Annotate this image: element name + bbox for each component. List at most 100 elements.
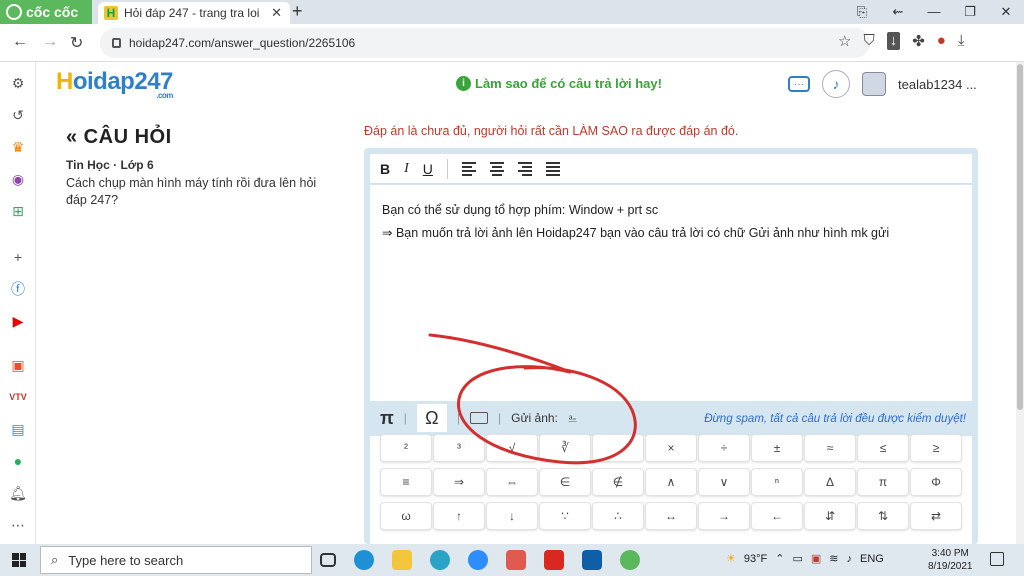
symbol-key[interactable]: ∧ <box>645 468 697 496</box>
ball-icon[interactable]: ● <box>9 452 27 470</box>
symbol-key[interactable]: ± <box>751 434 803 462</box>
app-icon[interactable] <box>430 550 450 570</box>
bold-button[interactable]: B <box>380 161 390 177</box>
symbol-key[interactable]: ↑ <box>433 502 485 530</box>
notification-center-icon[interactable] <box>990 552 1004 566</box>
symbol-key[interactable]: ∨ <box>698 468 750 496</box>
symbol-key[interactable]: ↔ <box>645 502 697 530</box>
send-image-label[interactable]: Gửi ảnh: <box>511 411 558 425</box>
taskbar-search-box[interactable]: ⌕ Type here to search <box>40 546 312 574</box>
symbol-key[interactable]: ÷ <box>698 434 750 462</box>
symbol-key[interactable]: Φ <box>910 468 962 496</box>
volume-icon[interactable]: ♪ <box>846 553 852 565</box>
italic-button[interactable]: I <box>404 161 409 177</box>
crown-icon[interactable]: ♛ <box>9 138 27 156</box>
symbol-key[interactable]: ³ <box>433 434 485 462</box>
task-view-icon[interactable] <box>320 553 336 567</box>
chat-icon[interactable]: ··· <box>788 76 810 92</box>
edge-icon[interactable] <box>354 550 374 570</box>
keyboard-icon[interactable] <box>470 412 489 424</box>
symbol-key[interactable]: ⇒ <box>433 468 485 496</box>
username[interactable]: tealab1234 ... <box>898 77 977 92</box>
coccoc-taskbar-icon[interactable] <box>620 550 640 570</box>
facebook-icon[interactable]: ⓕ <box>9 280 27 298</box>
symbol-key[interactable]: → <box>698 502 750 530</box>
profile-icon[interactable]: ● <box>937 32 946 50</box>
forward-button[interactable]: → <box>42 33 58 51</box>
back-history-icon[interactable]: ⇜ <box>880 0 916 24</box>
antivirus-icon[interactable]: ▣ <box>811 552 821 565</box>
symbol-key[interactable]: ∈ <box>539 468 591 496</box>
settings-gear-icon[interactable]: ⚙ <box>9 74 27 92</box>
weather-icon[interactable]: ☀ <box>726 552 736 565</box>
symbol-key[interactable]: ∉ <box>592 468 644 496</box>
shopee-icon[interactable]: ▣ <box>9 356 27 374</box>
align-right-icon[interactable] <box>517 161 532 176</box>
close-window-button[interactable]: ✕ <box>988 0 1024 24</box>
minimize-button[interactable]: — <box>916 0 952 24</box>
underline-button[interactable]: U <box>423 161 433 177</box>
symbol-key[interactable]: π <box>857 468 909 496</box>
reload-button[interactable]: ↻ <box>70 33 83 53</box>
new-tab-button[interactable]: + <box>292 1 303 22</box>
battery-icon[interactable]: ▭ <box>792 552 802 565</box>
screenshot-icon[interactable]: ⎘ <box>844 0 880 24</box>
symbol-key[interactable]: √ <box>486 434 538 462</box>
symbol-key[interactable]: ⁿ <box>751 468 803 496</box>
gamepad-icon[interactable]: ⊞ <box>9 202 27 220</box>
tab-close-icon[interactable]: ✕ <box>271 5 282 21</box>
align-left-icon[interactable] <box>461 161 476 176</box>
symbol-key[interactable]: ω <box>380 502 432 530</box>
symbol-key[interactable]: ∛ <box>539 434 591 462</box>
url-field[interactable]: hoidap247.com/answer_question/2265106 <box>100 28 870 58</box>
symbol-key[interactable]: ≡ <box>380 468 432 496</box>
symbol-key[interactable]: ≈ <box>804 434 856 462</box>
restore-button[interactable]: ❐ <box>952 0 988 24</box>
symbol-key[interactable]: ≤ <box>857 434 909 462</box>
download-box-icon[interactable]: ↓ <box>886 32 901 50</box>
symbol-key[interactable]: × <box>645 434 697 462</box>
symbol-key[interactable]: ⇵ <box>804 502 856 530</box>
avatar[interactable] <box>862 72 886 96</box>
active-tab[interactable]: H Hỏi đáp 247 - trang tra loi ✕ <box>98 2 290 24</box>
taskbar-clock[interactable]: 3:40 PM 8/19/2021 <box>928 547 973 573</box>
back-button[interactable]: ← <box>12 33 28 51</box>
language[interactable]: ENG <box>860 553 884 565</box>
scroll-thumb[interactable] <box>1017 64 1023 410</box>
zoom-icon[interactable] <box>468 550 488 570</box>
symbol-key[interactable]: ↓ <box>486 502 538 530</box>
wps-icon[interactable] <box>544 550 564 570</box>
youtube-icon[interactable]: ▶ <box>9 312 27 330</box>
symbol-key[interactable]: Δ <box>804 468 856 496</box>
math-tab[interactable]: π <box>380 408 394 429</box>
snip-icon[interactable] <box>506 550 526 570</box>
vtv-icon[interactable]: VTV <box>9 388 27 406</box>
wifi-icon[interactable]: ≋ <box>829 552 838 565</box>
messenger-icon[interactable]: ◉ <box>9 170 27 188</box>
symbol-key[interactable]: ≥ <box>910 434 962 462</box>
align-justify-icon[interactable] <box>545 161 560 176</box>
add-icon[interactable]: + <box>9 248 27 266</box>
downloads-icon[interactable]: ⤓ <box>958 32 965 50</box>
symbol-key[interactable]: ² <box>380 434 432 462</box>
tiki-icon[interactable]: ▤ <box>9 420 27 438</box>
windows-start-icon[interactable] <box>12 553 26 567</box>
extensions-icon[interactable]: ✤ <box>912 32 925 50</box>
attach-icon[interactable]: ⎁ <box>568 411 578 426</box>
file-explorer-icon[interactable] <box>392 550 412 570</box>
hoidap247-logo[interactable]: Hoidap247 .com <box>56 68 173 100</box>
history-icon[interactable]: ↺ <box>9 106 27 124</box>
symbol-key[interactable]: ⇄ <box>910 502 962 530</box>
align-center-icon[interactable] <box>489 161 504 176</box>
symbol-tab[interactable]: Ω <box>416 404 447 432</box>
answer-tip-link[interactable]: i Làm sao để có câu trả lời hay! <box>456 76 662 91</box>
coccoc-brand[interactable]: cốc cốc <box>0 0 92 24</box>
symbol-key[interactable] <box>592 434 644 462</box>
symbol-key[interactable]: ∵ <box>539 502 591 530</box>
question-heading[interactable]: « CÂU HỎI <box>66 126 172 149</box>
symbol-key[interactable]: ⇔ <box>486 468 538 496</box>
shield-icon[interactable]: ⛉ <box>863 32 874 50</box>
symbol-key[interactable]: ∴ <box>592 502 644 530</box>
temperature[interactable]: 93°F <box>744 553 767 565</box>
answer-textarea[interactable]: Bạn có thể sử dụng tổ hợp phím: Window +… <box>370 185 972 401</box>
